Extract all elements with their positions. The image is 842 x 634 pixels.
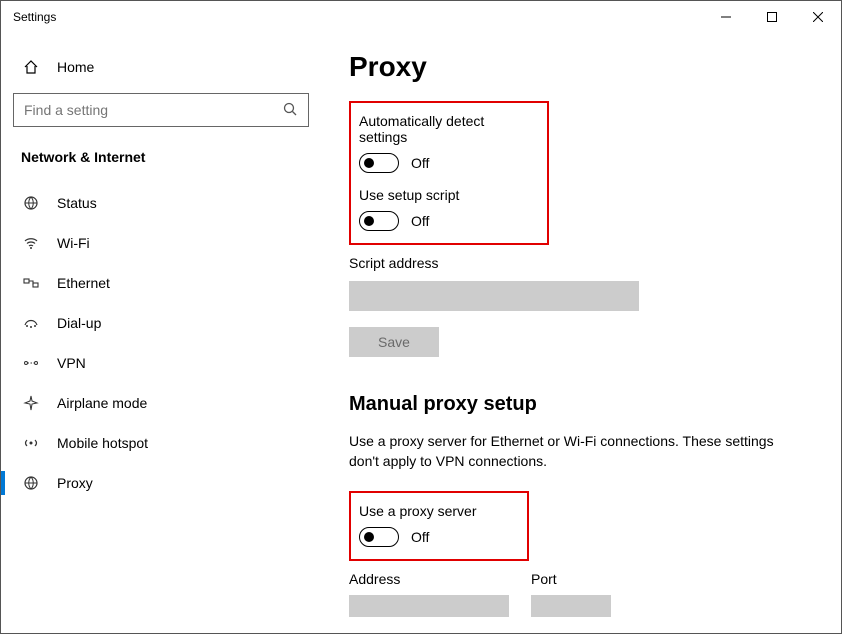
close-button[interactable] bbox=[795, 1, 841, 33]
sidebar-item-label: Ethernet bbox=[57, 275, 110, 291]
content: Proxy Automatically detect settings Off … bbox=[321, 33, 841, 633]
minimize-icon bbox=[721, 12, 731, 22]
hotspot-icon bbox=[21, 435, 41, 451]
proxy-icon bbox=[21, 475, 41, 491]
page-title: Proxy bbox=[349, 51, 811, 83]
toggle-knob bbox=[364, 158, 374, 168]
airplane-icon bbox=[21, 395, 41, 411]
use-proxy-toggle[interactable] bbox=[359, 527, 399, 547]
window-controls bbox=[703, 1, 841, 33]
vpn-icon bbox=[21, 355, 41, 371]
use-script-state: Off bbox=[411, 213, 429, 229]
auto-detect-state: Off bbox=[411, 155, 429, 171]
sidebar-item-label: Dial-up bbox=[57, 315, 101, 331]
manual-proxy-heading: Manual proxy setup bbox=[349, 393, 811, 416]
home-icon bbox=[21, 59, 41, 75]
titlebar: Settings bbox=[1, 1, 841, 33]
sidebar-item-label: Airplane mode bbox=[57, 395, 147, 411]
auto-detect-label: Automatically detect settings bbox=[359, 113, 535, 145]
sidebar-section-title: Network & Internet bbox=[13, 145, 309, 183]
toggle-knob bbox=[364, 216, 374, 226]
dialup-icon bbox=[21, 315, 41, 331]
use-script-toggle-row: Off bbox=[359, 211, 535, 231]
sidebar-item-status[interactable]: Status bbox=[13, 183, 309, 223]
sidebar: Home Network & Internet Status Wi-Fi bbox=[1, 33, 321, 633]
sidebar-item-vpn[interactable]: VPN bbox=[13, 343, 309, 383]
window-title: Settings bbox=[13, 10, 703, 24]
use-script-label: Use setup script bbox=[359, 187, 535, 203]
highlight-box-auto: Automatically detect settings Off Use se… bbox=[349, 101, 549, 245]
sidebar-item-airplane[interactable]: Airplane mode bbox=[13, 383, 309, 423]
manual-proxy-description: Use a proxy server for Ethernet or Wi-Fi… bbox=[349, 432, 779, 471]
use-proxy-state: Off bbox=[411, 529, 429, 545]
sidebar-item-label: Proxy bbox=[57, 475, 93, 491]
port-column: Port bbox=[531, 571, 611, 617]
address-input[interactable] bbox=[349, 595, 509, 617]
maximize-icon bbox=[767, 12, 777, 22]
home-button[interactable]: Home bbox=[13, 49, 309, 85]
sidebar-item-ethernet[interactable]: Ethernet bbox=[13, 263, 309, 303]
search-input-container[interactable] bbox=[13, 93, 309, 127]
sidebar-item-proxy[interactable]: Proxy bbox=[13, 463, 309, 503]
sidebar-item-wifi[interactable]: Wi-Fi bbox=[13, 223, 309, 263]
home-label: Home bbox=[57, 59, 94, 75]
sidebar-item-hotspot[interactable]: Mobile hotspot bbox=[13, 423, 309, 463]
sidebar-item-label: VPN bbox=[57, 355, 86, 371]
status-icon bbox=[21, 195, 41, 211]
settings-window: Settings Home bbox=[0, 0, 842, 634]
sidebar-item-label: Status bbox=[57, 195, 97, 211]
search-input[interactable] bbox=[24, 102, 282, 118]
use-proxy-toggle-row: Off bbox=[359, 527, 515, 547]
address-label: Address bbox=[349, 571, 509, 587]
highlight-box-proxy: Use a proxy server Off bbox=[349, 491, 529, 561]
maximize-button[interactable] bbox=[749, 1, 795, 33]
sidebar-item-label: Mobile hotspot bbox=[57, 435, 148, 451]
port-label: Port bbox=[531, 571, 611, 587]
address-column: Address bbox=[349, 571, 509, 617]
script-address-input[interactable] bbox=[349, 281, 639, 311]
minimize-button[interactable] bbox=[703, 1, 749, 33]
address-port-row: Address Port bbox=[349, 571, 811, 617]
sidebar-item-label: Wi-Fi bbox=[57, 235, 90, 251]
body: Home Network & Internet Status Wi-Fi bbox=[1, 33, 841, 633]
search-icon bbox=[282, 101, 298, 120]
sidebar-item-dialup[interactable]: Dial-up bbox=[13, 303, 309, 343]
auto-detect-toggle-row: Off bbox=[359, 153, 535, 173]
port-input[interactable] bbox=[531, 595, 611, 617]
toggle-knob bbox=[364, 532, 374, 542]
ethernet-icon bbox=[21, 275, 41, 291]
auto-detect-toggle[interactable] bbox=[359, 153, 399, 173]
use-proxy-label: Use a proxy server bbox=[359, 503, 515, 519]
wifi-icon bbox=[21, 235, 41, 251]
close-icon bbox=[813, 12, 823, 22]
script-address-label: Script address bbox=[349, 255, 811, 271]
use-script-toggle[interactable] bbox=[359, 211, 399, 231]
save-button[interactable]: Save bbox=[349, 327, 439, 357]
